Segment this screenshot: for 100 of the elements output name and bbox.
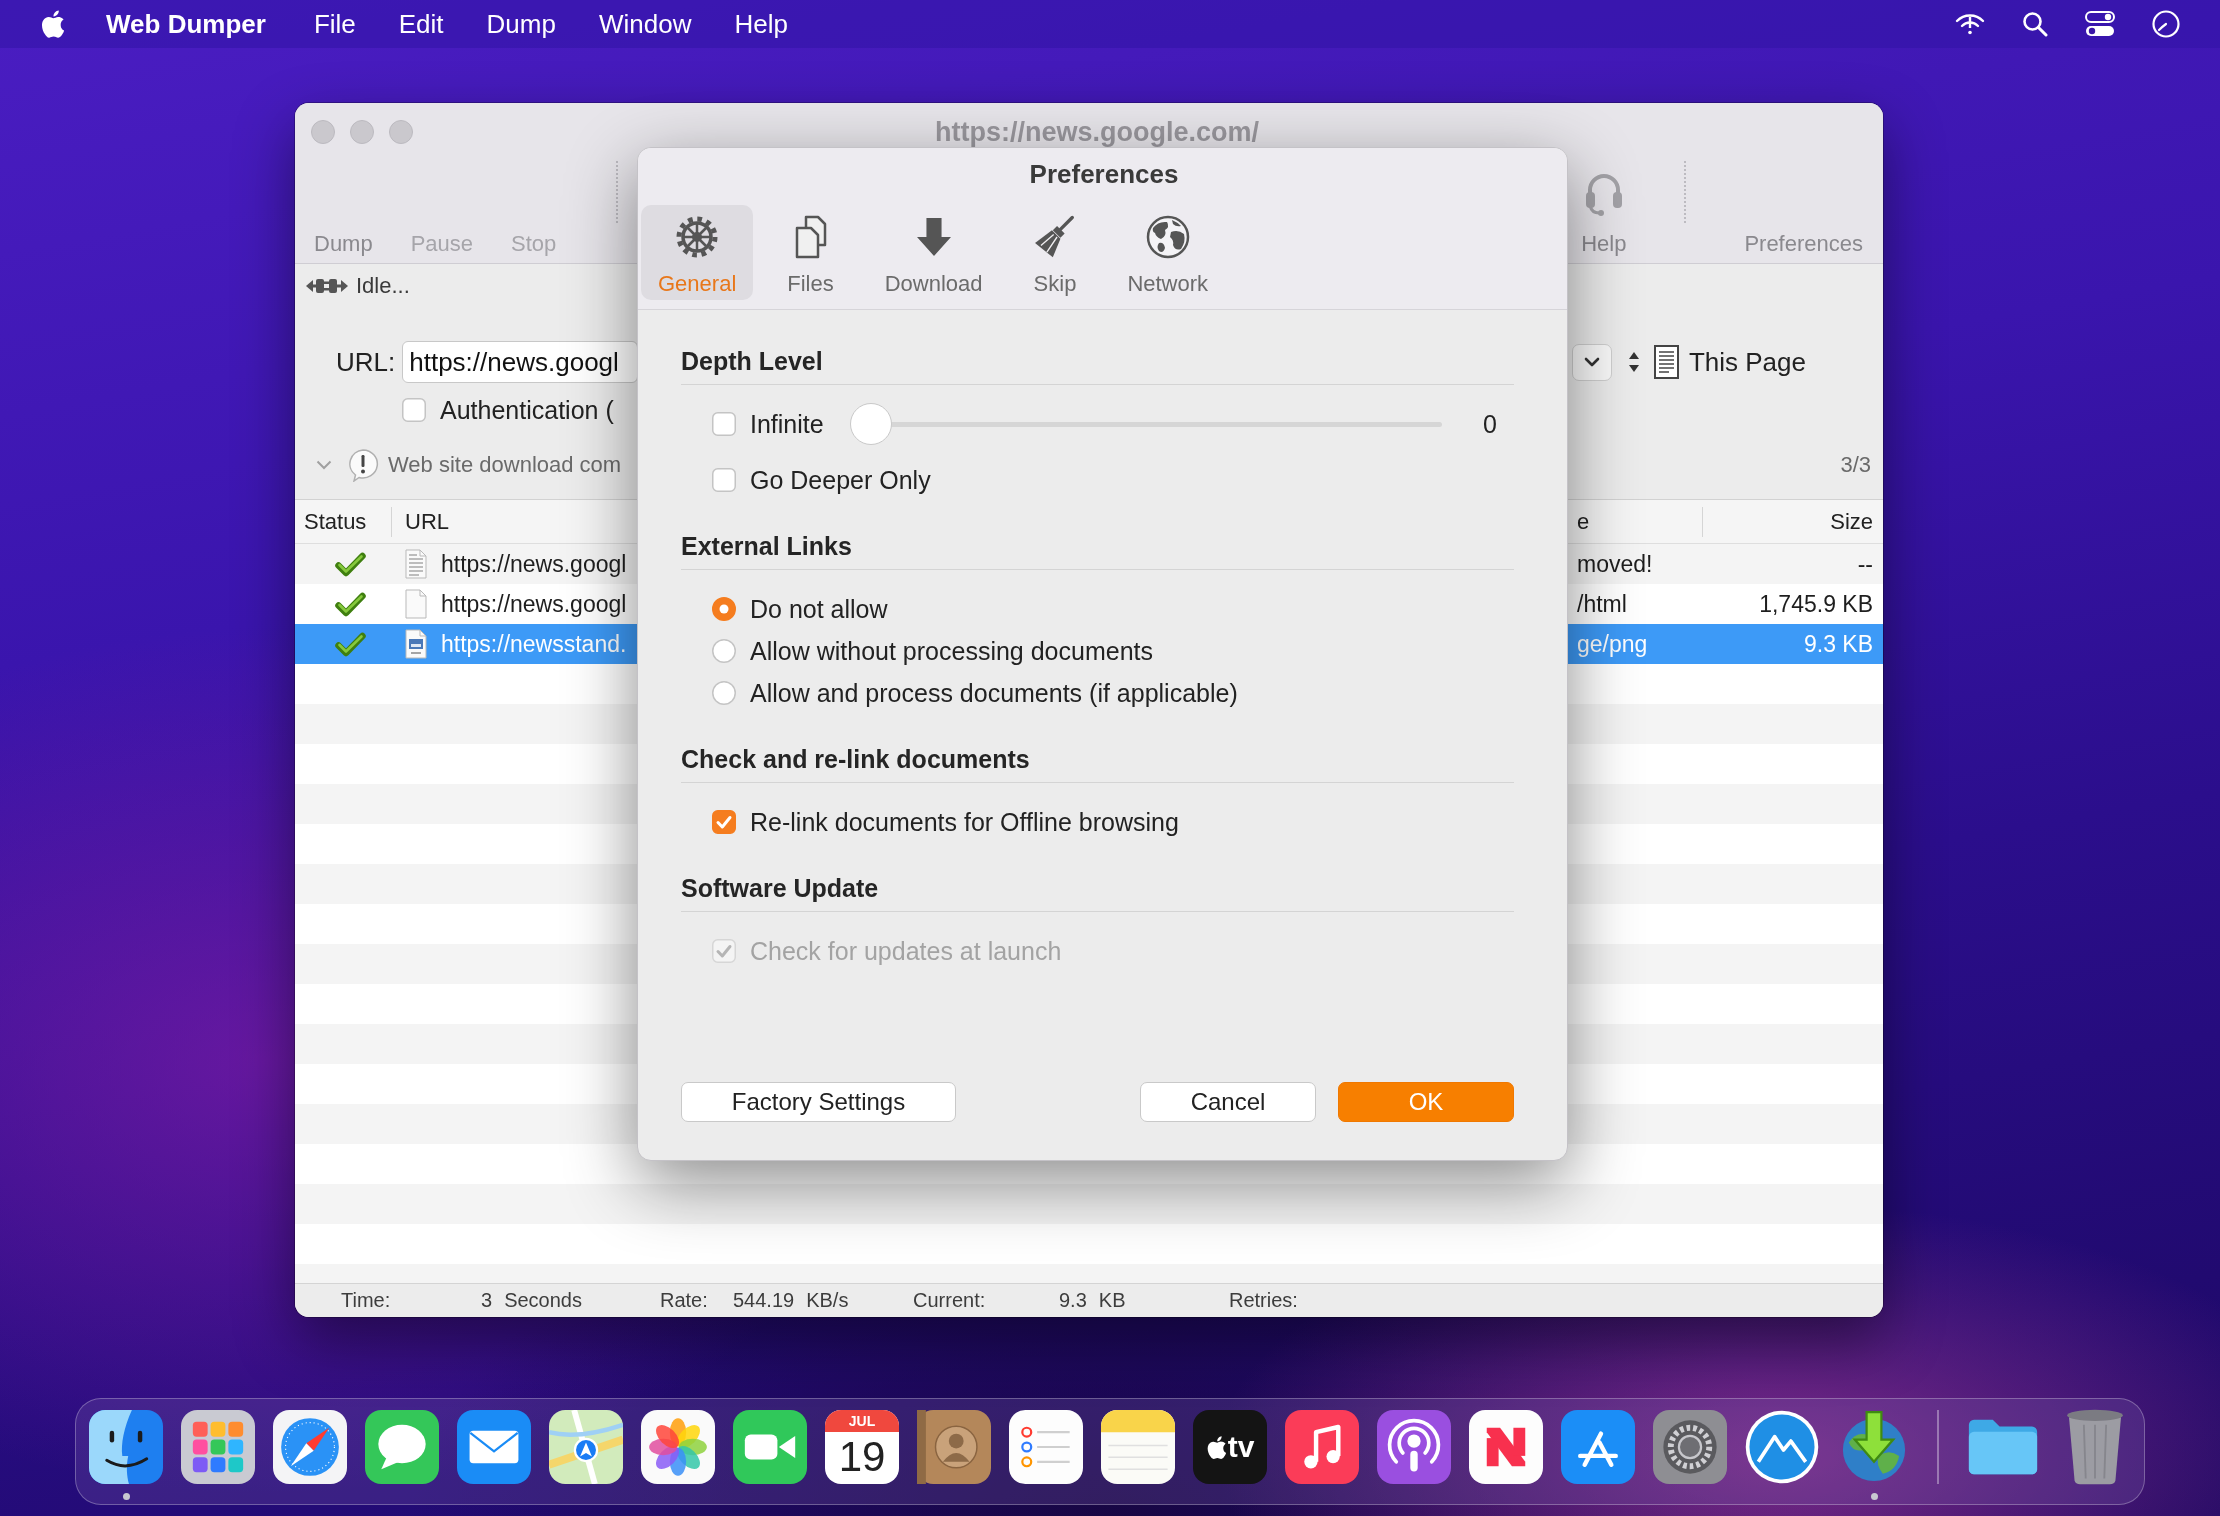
gear-icon [675, 215, 720, 259]
image-document-icon [405, 629, 427, 659]
scope-popup-button[interactable]: This Page [1627, 345, 1806, 379]
menu-item[interactable]: Dump [486, 8, 556, 40]
connection-status: Idle... [356, 273, 410, 299]
column-header[interactable]: URL [405, 506, 449, 537]
podcast-icon[interactable] [1377, 1410, 1451, 1484]
table-cell: -- [1857, 550, 1873, 577]
text-document-icon [405, 549, 427, 579]
checkbox[interactable] [402, 398, 426, 422]
preferences-tab[interactable]: Skip [1016, 205, 1094, 300]
app-grid-icon[interactable] [181, 1410, 255, 1484]
status-unit: Seconds [504, 1289, 582, 1312]
smiling-face-icon[interactable] [89, 1410, 163, 1484]
address-book-icon[interactable] [917, 1410, 991, 1484]
checkbox[interactable] [712, 810, 736, 834]
broom-icon [1034, 215, 1076, 259]
table-cell: ge/png [1577, 630, 1648, 657]
folder-icon[interactable] [1966, 1418, 2040, 1476]
preferences-tab[interactable]: Network [1110, 205, 1226, 300]
flower-icon[interactable] [641, 1410, 715, 1484]
mountain-circle-icon[interactable] [1745, 1410, 1819, 1484]
checkbox-label: Go Deeper Only [750, 465, 931, 495]
slider-thumb[interactable] [849, 403, 892, 445]
dialog-button[interactable]: Cancel [1140, 1082, 1316, 1122]
column-header[interactable]: Status [295, 506, 392, 537]
radio-button[interactable] [712, 639, 736, 663]
table-cell: moved! [1577, 550, 1653, 577]
tv-app-button[interactable]: tv [1193, 1410, 1267, 1484]
log-message: Web site download com [388, 452, 622, 478]
menu-item[interactable]: Help [734, 8, 788, 40]
radio-button[interactable] [712, 597, 736, 621]
app-menu[interactable]: Web Dumper [106, 8, 266, 40]
table-cell: 9.3 KB [1803, 630, 1873, 657]
preferences-tab[interactable]: Download [867, 205, 1000, 300]
letter-a-icon[interactable] [1561, 1410, 1635, 1484]
toggle-switches-icon[interactable] [2085, 11, 2115, 37]
dialog-button[interactable]: Factory Settings [681, 1082, 956, 1122]
table-cell: 1,745.9 KB [1759, 590, 1873, 617]
apple-icon [1205, 1435, 1226, 1459]
url-label: URL: [336, 346, 396, 378]
globe-icon [1145, 215, 1190, 259]
menu-item[interactable]: Window [598, 8, 692, 40]
menu-item[interactable]: Edit [398, 8, 444, 40]
trash-can-icon[interactable] [2065, 1408, 2125, 1486]
window-title: https://news.google.com/ [935, 116, 1259, 148]
checkbox-label: Authentication ( [440, 395, 614, 425]
section-heading: Software Update [681, 873, 880, 903]
dialog-title: Preferences [1028, 159, 1180, 189]
wifi-alert-icon[interactable] [1955, 12, 1985, 36]
status-value: 9.3 [1059, 1289, 1087, 1312]
checkbox-label: Check for updates at launch [750, 936, 1062, 966]
section-heading: External Links [681, 531, 853, 561]
status-unit: KB/s [806, 1289, 849, 1312]
preferences-tab[interactable]: Files [770, 205, 851, 300]
menu-item[interactable]: File [313, 8, 356, 40]
compass-icon[interactable] [273, 1410, 347, 1484]
radio-button[interactable] [712, 681, 736, 705]
column-header[interactable]: e [1568, 506, 1702, 537]
checklist-icon[interactable] [1009, 1410, 1083, 1484]
envelope-icon[interactable] [457, 1410, 531, 1484]
table-cell: https://newsstand. [441, 630, 627, 658]
checkbox[interactable] [712, 468, 736, 492]
calendar-app-button[interactable]: JUL 19 [825, 1410, 899, 1484]
headphones-icon [1583, 174, 1624, 217]
slider-track[interactable] [849, 403, 1442, 445]
status-value: 3 [481, 1289, 493, 1312]
dropdown-button[interactable] [1571, 343, 1612, 381]
section-heading: Check and re-link documents [681, 744, 1031, 774]
map-icon[interactable] [549, 1410, 623, 1484]
status-unit: KB [1098, 1289, 1126, 1312]
letter-n-icon[interactable] [1469, 1410, 1543, 1484]
progress-count: 3/3 [1840, 452, 1871, 478]
apple-icon[interactable] [40, 10, 64, 38]
documents-icon [794, 215, 827, 259]
notepad-icon[interactable] [1101, 1410, 1175, 1484]
radio-label: Allow without processing documents [750, 636, 1153, 666]
url-field[interactable]: https://news.googl [402, 341, 639, 383]
status-label: Retries: [1229, 1289, 1299, 1312]
clock-icon[interactable] [2152, 10, 2180, 38]
checkbox-label: Infinite [750, 409, 824, 439]
gear-icon[interactable] [1653, 1410, 1727, 1484]
table-cell: https://news.googl [441, 550, 627, 578]
video-camera-icon[interactable] [733, 1410, 807, 1484]
down-arrow-icon [916, 217, 951, 257]
chevron-down-icon [1583, 357, 1600, 367]
document-icon [1653, 345, 1679, 379]
checkbox-label: Re-link documents for Offline browsing [750, 807, 1179, 837]
radio-label: Allow and process documents (if applicable) [750, 678, 1238, 708]
blank-document-icon [405, 589, 427, 619]
slider-value: 0 [1482, 409, 1498, 439]
checkbox[interactable] [712, 412, 736, 436]
column-header[interactable]: Size [1702, 506, 1883, 537]
up-down-arrows-icon [1627, 351, 1640, 373]
speech-bubble-icon[interactable] [365, 1410, 439, 1484]
status-value: 544.19 [733, 1289, 795, 1312]
table-cell: https://news.googl [441, 590, 627, 618]
music-note-icon[interactable] [1285, 1410, 1359, 1484]
section-heading: Depth Level [681, 346, 824, 376]
search-icon[interactable] [2022, 11, 2048, 37]
